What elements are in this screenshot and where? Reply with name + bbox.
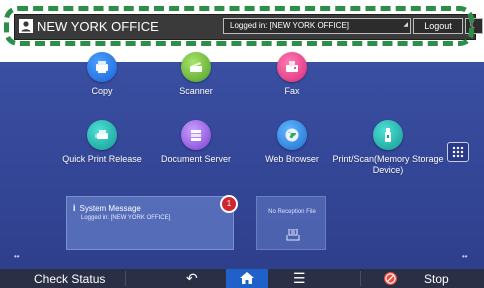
app-list-button[interactable]	[447, 142, 469, 162]
globe-icon	[277, 120, 307, 150]
system-message-title-text: System Message	[79, 204, 141, 213]
home-screen: NEW YORK OFFICE Logged in: [NEW YORK OFF…	[0, 0, 484, 288]
back-arrow-icon: ↶	[186, 270, 198, 286]
system-message-body: Logged in: [NEW YORK OFFICE]	[81, 215, 171, 221]
header-bar: NEW YORK OFFICE Logged in: [NEW YORK OFF…	[14, 14, 483, 40]
fax-tray-icon	[286, 229, 300, 241]
login-status-field[interactable]: Logged in: [NEW YORK OFFICE] ◢	[223, 18, 411, 34]
check-status-button[interactable]: Check Status	[34, 272, 105, 286]
reception-file-text: No Reception File	[268, 209, 316, 215]
page-indicator-right[interactable]: ••	[462, 252, 468, 261]
menu-icon: ☰	[293, 270, 306, 286]
page-indicator-left[interactable]: ••	[14, 252, 20, 261]
moon-icon: ☾	[469, 20, 479, 31]
resize-corner-icon: ◢	[403, 22, 408, 28]
document-server-icon	[181, 120, 211, 150]
app-label: Print/Scan(Memory Storage Device)	[332, 154, 444, 175]
menu-button[interactable]: ☰	[293, 270, 306, 287]
divider	[360, 271, 361, 286]
reception-file-widget[interactable]: No Reception File	[256, 196, 326, 250]
night-mode-button[interactable]: ☾	[465, 18, 483, 34]
app-print-scan-memory[interactable]: Print/Scan(Memory Storage Device)	[328, 120, 448, 176]
system-message-widget[interactable]: i System Message Logged in: [NEW YORK OFF…	[66, 196, 234, 250]
user-icon	[19, 19, 33, 33]
quick-print-icon	[87, 120, 117, 150]
bottom-bar: Check Status ↶ ☰ Stop	[0, 269, 484, 288]
scanner-icon	[181, 52, 211, 82]
grid-icon	[452, 146, 464, 158]
divider	[125, 271, 126, 286]
app-label: Fax	[284, 86, 300, 96]
office-name: NEW YORK OFFICE	[37, 19, 159, 34]
usb-icon	[373, 120, 403, 150]
copy-icon	[87, 52, 117, 82]
logout-button[interactable]: Logout	[413, 18, 463, 34]
system-message-title: i System Message	[73, 203, 141, 213]
notification-badge: 1	[220, 195, 238, 213]
login-status-text: Logged in: [NEW YORK OFFICE]	[230, 21, 350, 30]
app-fax[interactable]: Fax	[232, 52, 352, 97]
stop-icon[interactable]	[384, 272, 397, 285]
stop-button[interactable]: Stop	[424, 272, 449, 286]
fax-icon	[277, 52, 307, 82]
home-button[interactable]	[226, 269, 268, 288]
back-button[interactable]: ↶	[186, 270, 198, 287]
home-icon	[240, 272, 254, 284]
info-icon: i	[73, 203, 76, 213]
